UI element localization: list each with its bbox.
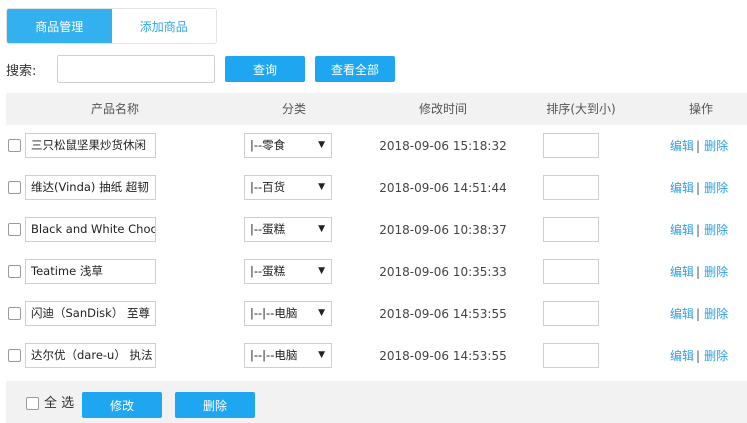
sort-order-field[interactable]	[543, 133, 599, 158]
category-select[interactable]: |--零食 ▼	[244, 133, 332, 158]
category-value: |--百货	[250, 180, 286, 194]
delete-link[interactable]: 删除	[704, 139, 728, 153]
sort-order-field[interactable]	[543, 343, 599, 368]
chevron-down-icon: ▼	[318, 350, 325, 360]
edit-link[interactable]: 编辑	[670, 139, 694, 153]
batch-edit-button[interactable]: 修改	[82, 392, 162, 418]
select-all-checkbox[interactable]	[26, 397, 39, 410]
modified-time: 2018-09-06 14:53:55	[379, 307, 507, 321]
category-value: |--蛋糕	[250, 222, 286, 236]
row-actions: 编辑 | 删除	[670, 251, 728, 293]
row-actions: 编辑 | 删除	[670, 335, 728, 377]
category-select[interactable]: |--百货 ▼	[244, 175, 332, 200]
modified-time: 2018-09-06 14:53:55	[379, 349, 507, 363]
tab-bar: 商品管理 添加商品	[6, 8, 217, 44]
row-actions: 编辑 | 删除	[670, 125, 728, 167]
chevron-down-icon: ▼	[318, 182, 325, 192]
sort-order-field[interactable]	[543, 175, 599, 200]
chevron-down-icon: ▼	[318, 308, 325, 318]
tab-product-manage[interactable]: 商品管理	[7, 9, 112, 43]
product-name-field[interactable]: 维达(Vinda) 抽纸 超韧	[25, 175, 156, 200]
delete-link[interactable]: 删除	[704, 307, 728, 321]
category-value: |--|--电脑	[250, 348, 298, 362]
edit-link[interactable]: 编辑	[670, 223, 694, 237]
chevron-down-icon: ▼	[318, 266, 325, 276]
modified-time: 2018-09-06 14:51:44	[379, 181, 507, 195]
action-separator: |	[696, 139, 701, 153]
action-separator: |	[696, 181, 701, 195]
column-header-category: 分类	[281, 102, 306, 116]
batch-delete-button[interactable]: 删除	[175, 392, 255, 418]
action-separator: |	[696, 265, 701, 279]
category-value: |--蛋糕	[250, 264, 286, 278]
category-value: |--零食	[250, 138, 286, 152]
query-button[interactable]: 查询	[225, 56, 305, 82]
product-name-field[interactable]: Teatime 浅草	[25, 259, 156, 284]
delete-link[interactable]: 删除	[704, 223, 728, 237]
category-select[interactable]: |--蛋糕 ▼	[244, 259, 332, 284]
row-checkbox[interactable]	[8, 349, 21, 362]
column-header-name: 产品名称	[90, 102, 139, 116]
chevron-down-icon: ▼	[318, 140, 325, 150]
modified-time: 2018-09-06 10:35:33	[379, 265, 507, 279]
sort-order-field[interactable]	[543, 217, 599, 242]
row-checkbox[interactable]	[8, 139, 21, 152]
table-row: 三只松鼠坚果炒货休闲 |--零食 ▼ 2018-09-06 15:18:32 编辑 | 删除	[6, 125, 747, 167]
row-checkbox[interactable]	[8, 223, 21, 236]
chevron-down-icon: ▼	[318, 224, 325, 234]
category-select[interactable]: |--|--电脑 ▼	[244, 301, 332, 326]
row-checkbox[interactable]	[8, 181, 21, 194]
search-input[interactable]	[57, 55, 215, 83]
action-separator: |	[696, 307, 701, 321]
table-row: Black and White Choc |--蛋糕 ▼ 2018-09-06 10:…	[6, 209, 747, 251]
table-row: 达尔优（dare-u） 执法 |--|--电脑 ▼ 2018-09-06 14:53:…	[6, 335, 747, 377]
delete-link[interactable]: 删除	[704, 349, 728, 363]
table-header: 产品名称 分类 修改时间 排序(大到小) 操作	[6, 93, 747, 125]
row-checkbox[interactable]	[8, 265, 21, 278]
category-value: |--|--电脑	[250, 306, 298, 320]
sort-order-field[interactable]	[543, 301, 599, 326]
row-actions: 编辑 | 删除	[670, 167, 728, 209]
view-all-button[interactable]: 查看全部	[315, 56, 395, 82]
category-select[interactable]: |--蛋糕 ▼	[244, 217, 332, 242]
product-name-field[interactable]: 三只松鼠坚果炒货休闲	[25, 133, 156, 158]
table-row: 闪迪（SanDisk） 至尊 |--|--电脑 ▼ 2018-09-06 14:53:…	[6, 293, 747, 335]
product-name-field[interactable]: 闪迪（SanDisk） 至尊	[25, 301, 156, 326]
row-actions: 编辑 | 删除	[670, 293, 728, 335]
action-separator: |	[696, 223, 701, 237]
table-row: Teatime 浅草 |--蛋糕 ▼ 2018-09-06 10:35:33 编辑 | 删除	[6, 251, 747, 293]
column-header-sort: 排序(大到小)	[546, 102, 616, 116]
modified-time: 2018-09-06 10:38:37	[379, 223, 507, 237]
delete-link[interactable]: 删除	[704, 265, 728, 279]
column-header-ops: 操作	[688, 102, 713, 116]
sort-order-field[interactable]	[543, 259, 599, 284]
tab-add-product[interactable]: 添加商品	[111, 9, 216, 43]
product-name-field[interactable]: Black and White Choc	[25, 217, 156, 242]
category-select[interactable]: |--|--电脑 ▼	[244, 343, 332, 368]
edit-link[interactable]: 编辑	[670, 307, 694, 321]
row-checkbox[interactable]	[8, 307, 21, 320]
modified-time: 2018-09-06 15:18:32	[379, 139, 507, 153]
search-label: 搜索:	[6, 64, 37, 79]
delete-link[interactable]: 删除	[704, 181, 728, 195]
action-separator: |	[696, 349, 701, 363]
edit-link[interactable]: 编辑	[670, 181, 694, 195]
row-actions: 编辑 | 删除	[670, 209, 728, 251]
column-header-time: 修改时间	[418, 102, 467, 116]
table-footer: 全 选 修改 删除	[6, 381, 747, 423]
select-all-label: 全 选	[44, 396, 75, 411]
table-row: 维达(Vinda) 抽纸 超韧 |--百货 ▼ 2018-09-06 14:51:44…	[6, 167, 747, 209]
edit-link[interactable]: 编辑	[670, 349, 694, 363]
edit-link[interactable]: 编辑	[670, 265, 694, 279]
product-name-field[interactable]: 达尔优（dare-u） 执法	[25, 343, 156, 368]
